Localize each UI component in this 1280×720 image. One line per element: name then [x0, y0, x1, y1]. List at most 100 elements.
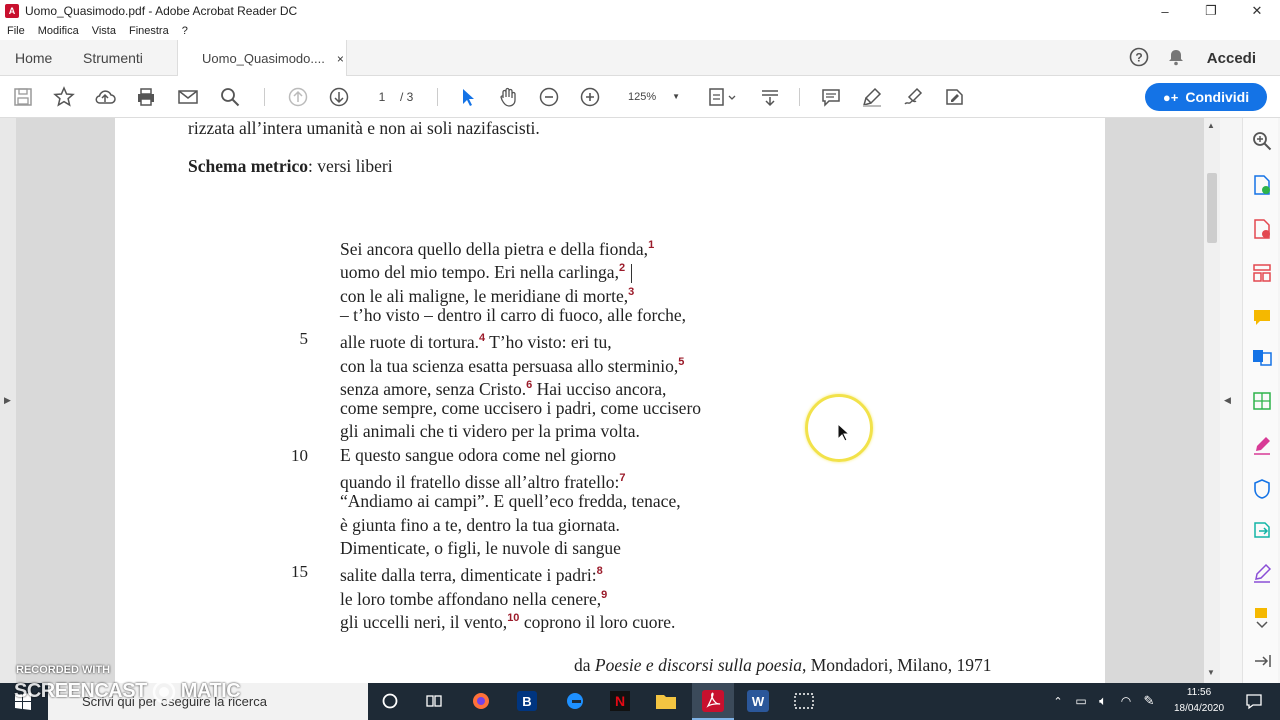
zoom-value: 125% — [628, 91, 657, 103]
help-icon[interactable]: ? — [1129, 47, 1149, 70]
zoom-tool-icon[interactable] — [1251, 130, 1273, 152]
menu-help[interactable]: ? — [182, 25, 188, 37]
signin-link[interactable]: Accedi — [1207, 50, 1256, 67]
left-panel-toggle[interactable]: ▶ — [0, 118, 16, 683]
menu-file[interactable]: File — [7, 25, 25, 37]
select-tool-icon[interactable] — [454, 84, 480, 110]
scroll-up-icon[interactable]: ▲ — [1207, 121, 1215, 130]
organize-pages-icon[interactable] — [1251, 262, 1273, 284]
star-icon[interactable] — [51, 84, 77, 110]
fill-sign-tool-icon[interactable] — [1251, 434, 1273, 456]
scroll-thumb[interactable] — [1207, 173, 1217, 243]
title-bar: A Uomo_Quasimodo.pdf - Adobe Acrobat Rea… — [0, 0, 1280, 22]
footnote-marker[interactable]: 7 — [619, 472, 625, 484]
word-icon[interactable]: W — [745, 689, 771, 713]
footnote-marker[interactable]: 1 — [648, 239, 654, 251]
firefox-icon[interactable] — [468, 689, 494, 713]
snipping-tool-icon[interactable] — [791, 689, 817, 713]
verse-line: con le ali maligne, le meridiane di mort… — [340, 282, 634, 306]
page-number-input[interactable]: 1 — [364, 86, 400, 108]
verse-line: uomo del mio tempo. Eri nella carlinga,2 — [340, 258, 625, 282]
tray-pen-icon[interactable]: ✎ — [1136, 689, 1162, 713]
notification-center-icon[interactable] — [1241, 689, 1267, 713]
zoom-in-icon[interactable] — [577, 84, 603, 110]
close-tab-icon[interactable]: × — [337, 52, 344, 66]
verse-text: “Andiamo ai campi”. E quell’eco fredda, … — [340, 491, 681, 511]
schema-line: Schema metrico: versi liberi — [188, 156, 393, 176]
footnote-marker[interactable]: 2 — [619, 262, 625, 274]
highlight-pen-icon[interactable] — [859, 84, 885, 110]
cloud-upload-icon[interactable] — [92, 84, 118, 110]
fill-sign-icon[interactable] — [941, 84, 967, 110]
edge-icon[interactable] — [562, 689, 588, 713]
collapse-panel-icon[interactable]: ◀ — [1224, 395, 1231, 406]
share-button[interactable]: ●+ Condividi — [1145, 83, 1267, 111]
protect-icon[interactable] — [1251, 478, 1273, 500]
verse-line: come sempre, come uccisero i padri, come… — [340, 398, 701, 418]
verse-line: senza amore, senza Cristo.6 Hai ucciso a… — [340, 375, 666, 399]
footnote-marker[interactable]: 10 — [507, 612, 519, 624]
footnote-marker[interactable]: 9 — [601, 589, 607, 601]
minimize-button[interactable]: – — [1142, 0, 1188, 22]
previous-page-icon[interactable] — [285, 84, 311, 110]
verse-text: gli uccelli neri, il vento, — [340, 611, 508, 632]
chevron-right-icon: ▶ — [4, 395, 11, 405]
comment-tool-icon[interactable] — [1251, 306, 1273, 328]
verse-text: è giunta fino a te, dentro la tua giorna… — [340, 515, 620, 535]
svg-text:W: W — [752, 694, 765, 709]
next-page-icon[interactable] — [326, 84, 352, 110]
source-line: da Poesie e discorsi sulla poesia, Monda… — [574, 655, 992, 675]
taskbar-clock[interactable]: 11:56 18/04/2020 — [1166, 685, 1232, 717]
source-rest: , Mondadori, Milano, 1971 — [801, 655, 992, 675]
verse-line: le loro tombe affondano nella cenere,9 — [340, 585, 607, 609]
maximize-button[interactable]: ❐ — [1188, 0, 1234, 22]
signature-icon[interactable] — [1251, 562, 1273, 584]
print-icon[interactable] — [133, 84, 159, 110]
fit-page-icon[interactable] — [706, 84, 738, 110]
edit-pdf-icon[interactable] — [1251, 390, 1273, 412]
booking-icon[interactable]: B — [514, 689, 540, 713]
close-window-button[interactable]: ✕ — [1234, 0, 1280, 22]
tab-tools[interactable]: Strumenti — [83, 40, 143, 76]
svg-text:B: B — [522, 694, 531, 709]
menu-edit[interactable]: Modifica — [38, 25, 79, 37]
acrobat-icon: A — [5, 4, 19, 18]
file-explorer-icon[interactable] — [653, 689, 679, 713]
acrobat-taskbar-icon[interactable] — [692, 683, 734, 720]
menu-view[interactable]: Vista — [92, 25, 116, 37]
search-icon[interactable] — [217, 84, 243, 110]
tab-home[interactable]: Home — [15, 40, 52, 76]
send-for-review-icon[interactable] — [1251, 518, 1273, 540]
zoom-select[interactable]: 125% ▼ — [618, 86, 688, 108]
footnote-marker[interactable]: 5 — [678, 356, 684, 368]
scroll-mode-icon[interactable] — [757, 84, 783, 110]
document-viewport[interactable]: rizzata all’intera umanità e non ai soli… — [16, 118, 1220, 683]
mouse-pointer-icon — [837, 422, 851, 446]
email-icon[interactable] — [175, 84, 201, 110]
schema-value: : versi liberi — [308, 156, 393, 176]
hand-tool-icon[interactable] — [495, 84, 521, 110]
comment-icon[interactable] — [818, 84, 844, 110]
combine-files-icon[interactable] — [1251, 346, 1273, 368]
tab-document[interactable]: Uomo_Quasimodo.... × — [177, 40, 347, 77]
vertical-scrollbar[interactable]: ▲ ▼ — [1204, 118, 1220, 683]
expand-panel-icon[interactable] — [1251, 650, 1273, 672]
verse-text: Sei ancora quello della pietra e della f… — [340, 238, 649, 259]
verse-text: Dimenticate, o figli, le nuvole di sangu… — [340, 538, 621, 558]
save-icon[interactable] — [10, 84, 36, 110]
task-view-icon[interactable] — [421, 689, 447, 713]
create-pdf-icon[interactable] — [1251, 174, 1273, 196]
scroll-down-icon[interactable]: ▼ — [1207, 668, 1215, 677]
cortana-icon[interactable] — [377, 689, 403, 713]
export-pdf-icon[interactable] — [1251, 218, 1273, 240]
watermark-word2: MATIC — [180, 680, 241, 702]
window-title: Uomo_Quasimodo.pdf - Adobe Acrobat Reade… — [25, 4, 298, 18]
netflix-icon[interactable]: N — [607, 689, 633, 713]
footnote-marker[interactable]: 3 — [628, 286, 634, 298]
zoom-out-icon[interactable] — [536, 84, 562, 110]
footnote-marker[interactable]: 8 — [597, 565, 603, 577]
menu-window[interactable]: Finestra — [129, 25, 169, 37]
scroll-tools-down-icon[interactable] — [1251, 618, 1273, 632]
bell-icon[interactable] — [1167, 48, 1185, 69]
sign-icon[interactable] — [900, 84, 926, 110]
